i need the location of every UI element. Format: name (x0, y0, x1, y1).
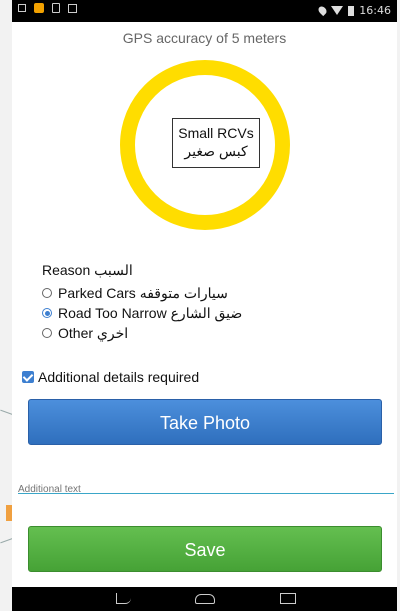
status-time: 16:46 (359, 4, 391, 17)
vehicle-type-en: Small RCVs (178, 125, 254, 141)
reason-option-label: Road Too Narrow ضيق الشارع (58, 304, 243, 321)
radio-button[interactable] (42, 288, 52, 298)
vehicle-type-box: Small RCVs كبس صغير (172, 118, 260, 168)
reason-option-road-too-narrow[interactable]: Road Too Narrow ضيق الشارع (42, 303, 242, 323)
radio-button[interactable] (42, 328, 52, 338)
reason-option-other[interactable]: Other اخري (42, 323, 242, 343)
battery-icon (348, 5, 355, 16)
reason-option-parked-cars[interactable]: Parked Cars سيارات متوقفه (42, 283, 242, 303)
sd-card-icon (52, 3, 60, 13)
image-icon (18, 4, 26, 12)
back-icon[interactable] (116, 593, 131, 604)
location-pin-icon (317, 4, 329, 17)
additional-text-field[interactable] (18, 477, 394, 495)
recent-apps-icon[interactable] (280, 593, 296, 604)
additional-text-input[interactable] (18, 484, 394, 495)
additional-details-checkbox[interactable] (22, 371, 34, 383)
additional-details-label: Additional details required (38, 369, 200, 385)
wifi-icon (331, 6, 344, 15)
gps-accuracy-text: GPS accuracy of 5 meters (122, 30, 287, 46)
vehicle-type-ar: كبس صغير (184, 143, 248, 159)
lock-icon (34, 3, 44, 13)
home-icon[interactable] (195, 594, 215, 604)
reason-group: Reason السبب Parked Cars سيارات متوقفه R… (42, 262, 242, 343)
phone-screen: 16:46 GPS accuracy of 5 meters Small RCV… (12, 0, 397, 611)
checkbox-icon (68, 3, 77, 13)
reason-option-label: Other اخري (58, 324, 129, 341)
navigation-bar (12, 587, 397, 611)
take-photo-button[interactable]: Take Photo (28, 399, 382, 445)
additional-details-checkbox-row[interactable]: Additional details required (22, 369, 199, 385)
reason-title: Reason السبب (42, 262, 133, 278)
reason-option-label: Parked Cars سيارات متوقفه (58, 284, 228, 301)
save-button[interactable]: Save (28, 526, 382, 572)
radio-button-selected[interactable] (42, 308, 52, 318)
status-bar: 16:46 (12, 0, 397, 22)
